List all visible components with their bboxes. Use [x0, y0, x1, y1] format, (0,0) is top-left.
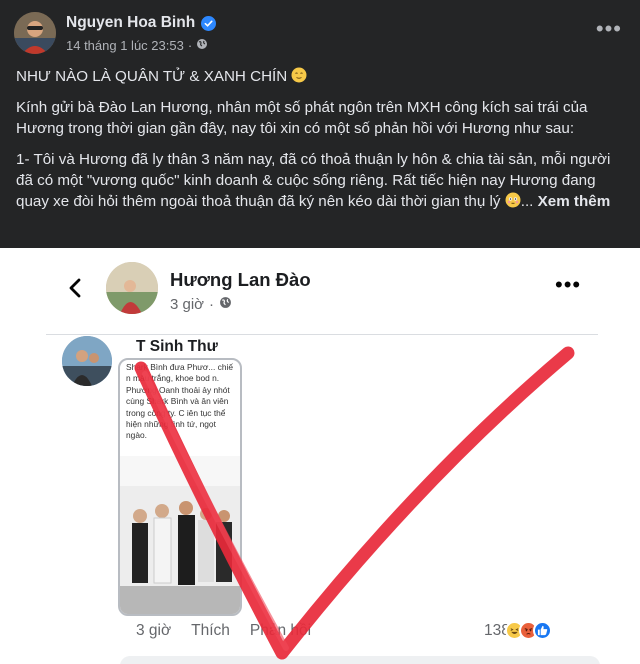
post-image[interactable]: Hương Lan Đào 3 giờ · ••• T Sinh Thư Sha… — [0, 248, 640, 664]
ellipsis: ... — [520, 193, 534, 210]
shared-photo — [120, 456, 240, 614]
see-more-link[interactable]: Xem thêm — [538, 193, 611, 210]
back-arrow-icon — [69, 278, 81, 298]
verified-badge-icon — [201, 15, 217, 31]
reply-action: Phản hồi — [249, 622, 312, 639]
author-avatar[interactable] — [14, 12, 56, 54]
shared-card-text: Shark Bình đưa Phươ... chiế n màu trắng,… — [126, 362, 234, 441]
post-paragraph-1: Kính gửi bà Đào Lan Hương, nhân một số p… — [16, 99, 588, 137]
post-timestamp[interactable]: 14 tháng 1 lúc 23:53 — [66, 38, 184, 53]
reaction-summary: 138 — [484, 621, 552, 640]
profile-avatar — [106, 262, 158, 314]
post-paragraph-2: 1- Tôi và Hương đã ly thân 3 năm nay, đã… — [16, 149, 624, 212]
more-options-icon[interactable]: ••• — [596, 18, 622, 40]
relieved-face-emoji — [291, 67, 307, 83]
comment-time: 3 giờ — [136, 622, 172, 639]
author-name-row: Nguyen Hoa Binh — [66, 14, 217, 32]
headline-text: NHƯ NÀO LÀ QUÂN TỬ & XANH CHÍN — [16, 68, 288, 85]
globe-icon — [219, 296, 232, 313]
like-reaction-icon — [532, 621, 552, 640]
red-checkmark-annotation — [134, 346, 575, 660]
like-action: Thích — [191, 622, 230, 639]
profile-name: Hương Lan Đào — [170, 269, 311, 290]
post-header: Nguyen Hoa Binh 14 tháng 1 lúc 23:53 · •… — [0, 0, 640, 64]
more-horizontal-icon: ••• — [555, 272, 582, 297]
globe-icon — [196, 38, 208, 53]
comment-actions: 3 giờ Thích Phản hồi — [136, 622, 311, 640]
profile-meta: 3 giờ · — [170, 296, 232, 313]
author-name[interactable]: Nguyen Hoa Binh — [66, 14, 195, 32]
shared-post-card: Shark Bình đưa Phươ... chiế n màu trắng,… — [118, 358, 242, 616]
profile-time: 3 giờ — [170, 296, 205, 313]
post-meta: 14 tháng 1 lúc 23:53 · — [66, 38, 208, 53]
post-headline: NHƯ NÀO LÀ QUÂN TỬ & XANH CHÍN — [16, 66, 624, 87]
profile-separator: · — [209, 296, 215, 313]
meta-separator: · — [187, 38, 193, 53]
post-body: NHƯ NÀO LÀ QUÂN TỬ & XANH CHÍN Kính gửi … — [16, 66, 624, 222]
commenter-avatar — [62, 336, 112, 386]
comment-author: T Sinh Thư — [136, 338, 218, 355]
divider — [46, 334, 598, 335]
flushed-face-emoji — [505, 192, 521, 208]
reply-input-preview — [120, 656, 600, 664]
